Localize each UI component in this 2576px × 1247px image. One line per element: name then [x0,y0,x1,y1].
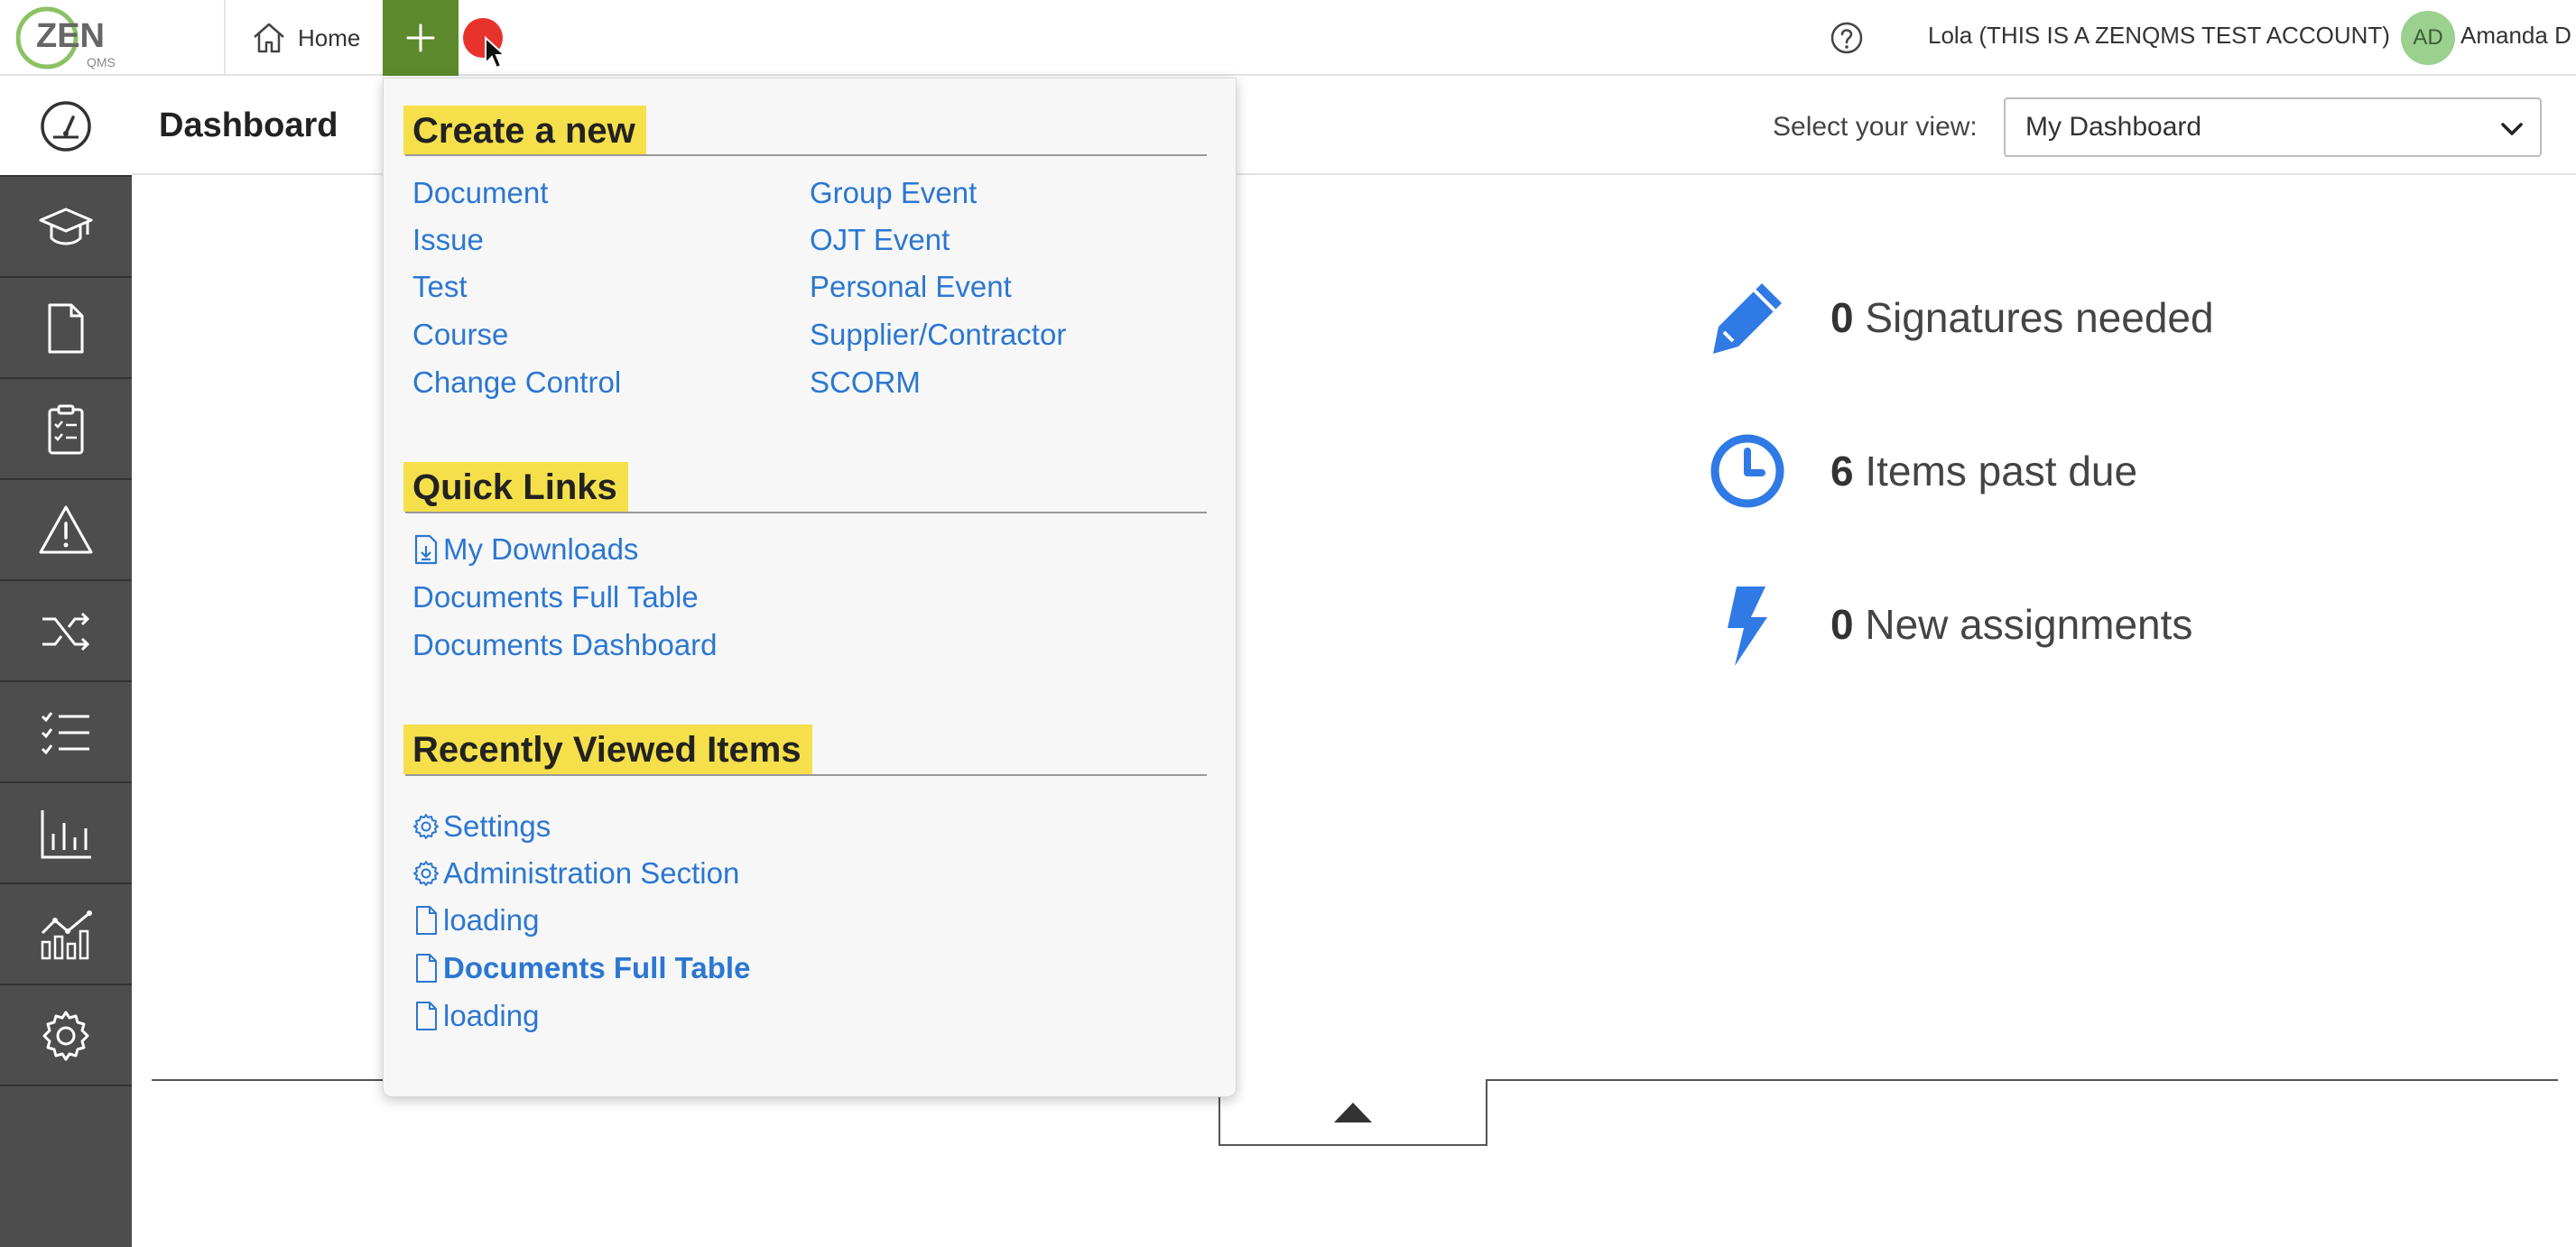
recent-item-label: Settings [443,809,551,843]
create-change-control-link[interactable]: Change Control [412,365,621,400]
create-course-link[interactable]: Course [412,318,508,352]
sidebar-item-dashboard[interactable] [0,78,132,177]
stat-assignments-count: 0 [1830,601,1854,648]
view-select[interactable]: My Dashboard [2004,97,2542,157]
recent-item-documents-full-table[interactable]: Documents Full Table [412,951,750,985]
recent-item-label: Administration Section [443,856,740,890]
home-label: Home [298,23,361,51]
sidebar-item-tasks[interactable] [0,381,132,480]
create-issue-link[interactable]: Issue [412,223,484,257]
top-bar: ZEN QMS Home Lola (THIS IS A ZENQMS TEST… [0,0,2576,76]
sidebar-item-issues[interactable] [0,482,132,581]
download-file-icon [414,534,438,565]
recent-item-administration[interactable]: Administration Section [412,856,739,891]
graduation-cap-icon [39,208,93,245]
zenqms-logo[interactable]: ZEN QMS [16,4,125,72]
page-title: Dashboard [159,106,338,144]
logo-divider [224,0,226,76]
quick-links-rule [405,512,1207,513]
stat-past-due-label: Items past due [1865,448,2138,494]
sidebar-item-reports[interactable] [0,785,132,884]
quick-links-heading: Quick Links [403,462,628,512]
sidebar [0,78,132,1247]
stat-past-due-text: 6 Items past due [1830,447,2137,495]
create-ojt-event-link[interactable]: OJT Event [810,223,950,257]
quick-link-documents-full-table[interactable]: Documents Full Table [412,580,699,614]
quick-link-my-downloads[interactable]: My Downloads [412,532,638,567]
sidebar-item-training[interactable] [0,179,132,278]
view-select-value: My Dashboard [2025,112,2202,142]
stat-assignments-label: New assignments [1865,601,2193,648]
clipboard-checklist-icon [48,404,84,455]
create-group-event-link[interactable]: Group Event [810,176,977,210]
create-supplier-contractor-link[interactable]: Supplier/Contractor [810,318,1066,352]
my-downloads-label: My Downloads [443,532,639,566]
document-icon [416,954,437,983]
recent-item-loading-1[interactable]: loading [412,903,539,938]
help-icon[interactable] [1829,20,1865,56]
trend-chart-icon [41,910,92,960]
sidebar-item-checklists[interactable] [0,684,132,783]
create-new-button[interactable] [383,0,459,76]
svg-text:QMS: QMS [87,55,116,69]
plus-icon [406,23,435,52]
document-icon [416,906,437,935]
create-document-link[interactable]: Document [412,176,548,210]
avatar[interactable]: AD [2401,11,2455,65]
bar-chart-icon [41,810,91,859]
dashboard-gauge-icon [41,101,91,152]
recent-item-label: loading [443,903,540,937]
recently-viewed-rule [405,774,1207,776]
create-new-heading: Create a new [403,106,646,155]
stat-assignments-text: 0 New assignments [1830,600,2192,649]
sidebar-item-settings[interactable] [0,987,132,1086]
stat-past-due[interactable]: 6 Items past due [1706,430,2137,513]
sidebar-item-documents[interactable] [0,280,132,379]
stat-signatures-label: Signatures needed [1865,294,2214,341]
checklist-icon [41,712,89,755]
user-name[interactable]: Amanda D [2460,22,2571,50]
gear-icon [413,861,439,886]
stat-signatures-count: 0 [1830,294,1854,341]
chevron-down-icon [2501,123,2523,135]
sidebar-item-analytics[interactable] [0,886,132,985]
create-scorm-link[interactable]: SCORM [810,365,921,400]
document-icon [48,303,84,354]
home-icon [254,23,284,53]
shuffle-icon [42,612,90,651]
quick-link-documents-dashboard[interactable]: Documents Dashboard [412,628,718,662]
stat-signatures[interactable]: 0 Signatures needed [1706,276,2214,359]
recently-viewed-heading: Recently Viewed Items [403,725,812,774]
home-link[interactable]: Home [251,16,360,60]
recent-item-loading-2[interactable]: loading [412,999,539,1033]
pencil-icon [1713,283,1782,354]
lightning-icon [1728,587,1767,666]
stat-past-due-count: 6 [1830,448,1854,494]
document-icon [416,1002,437,1030]
collapse-toggle-button[interactable] [1219,1079,1487,1146]
view-select-label: Select your view: [1773,112,1978,142]
account-name[interactable]: Lola (THIS IS A ZENQMS TEST ACCOUNT) [1928,22,2390,50]
create-test-link[interactable]: Test [412,270,468,304]
create-new-dropdown: Create a new Document Issue Test Course … [383,78,1237,1097]
gear-icon [42,1011,89,1061]
recent-item-label: Documents Full Table [443,951,751,984]
recent-item-settings[interactable]: Settings [412,809,551,844]
mouse-cursor-icon [485,36,507,69]
gear-icon [413,814,439,839]
caret-up-icon [1334,1103,1372,1122]
clock-icon [1710,434,1784,508]
create-new-rule [405,154,1207,156]
warning-triangle-icon [39,505,93,554]
sidebar-item-change-control[interactable] [0,583,132,682]
recent-item-label: loading [443,999,540,1032]
stat-signatures-text: 0 Signatures needed [1830,293,2214,342]
stat-assignments[interactable]: 0 New assignments [1706,583,2192,666]
svg-text:ZEN: ZEN [36,17,105,55]
create-personal-event-link[interactable]: Personal Event [810,270,1012,304]
